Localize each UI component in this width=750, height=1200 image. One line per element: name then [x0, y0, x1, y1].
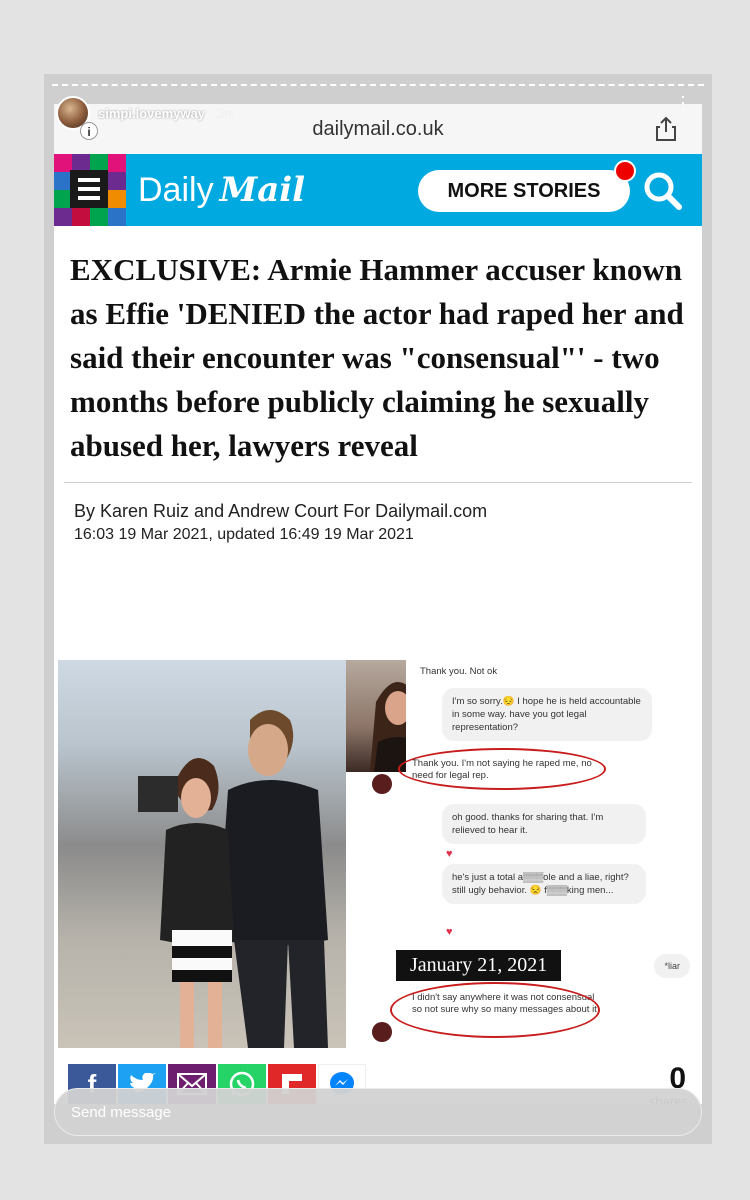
chat-message: he's just a total a▒▒▒ole and a liae, ri…: [442, 864, 646, 904]
menu-icon[interactable]: [70, 170, 108, 208]
article-timestamp: 16:03 19 Mar 2021, updated 16:49 19 Mar …: [74, 526, 414, 543]
story-time-ago: 3m: [216, 105, 236, 121]
article-media: Thank you. Not ok I'm so sorry.😔 I hope …: [58, 660, 702, 1052]
chat-screenshot: Thank you. Not ok I'm so sorry.😔 I hope …: [372, 660, 702, 1052]
chat-avatar: [372, 1022, 392, 1042]
couple-figures: [138, 710, 328, 1048]
send-message-placeholder: Send message: [71, 1103, 172, 1121]
liar-message: *liar: [654, 954, 690, 978]
more-stories-button[interactable]: MORE STORIES: [418, 160, 636, 212]
heart-icon: ♥: [446, 848, 453, 860]
site-header: Daily Mail MORE STORIES: [54, 154, 702, 226]
url-text: dailymail.co.uk: [312, 117, 444, 140]
more-stories-label: MORE STORIES: [447, 179, 601, 202]
search-icon[interactable]: [640, 168, 684, 212]
story-progress-bar: [52, 84, 704, 86]
couple-photo[interactable]: [58, 660, 346, 1048]
chat-avatar: [372, 774, 392, 794]
notification-dot: [614, 160, 636, 182]
date-label: January 21, 2021: [396, 950, 562, 981]
article-byline: By Karen Ruiz and Andrew Court For Daily…: [74, 501, 488, 521]
highlight-circle: [398, 748, 606, 790]
highlight-circle: [390, 982, 600, 1038]
logo-mosaic: [54, 154, 126, 226]
story-username[interactable]: simpi.lovemyway: [98, 106, 205, 121]
share-icon[interactable]: [654, 116, 678, 142]
story-frame[interactable]: simpi.lovemyway 3m i ⋮ dailymail.co.uk D…: [44, 74, 712, 1144]
article-screenshot: dailymail.co.uk Daily Mail MORE STORIES: [54, 104, 702, 1104]
article-headline: EXCLUSIVE: Armie Hammer accuser known as…: [70, 252, 684, 463]
site-logo[interactable]: Daily Mail: [138, 170, 305, 210]
chat-message: Thank you. Not ok: [420, 666, 498, 677]
chat-message: oh good. thanks for sharing that. I'm re…: [442, 804, 646, 844]
info-icon[interactable]: i: [80, 122, 98, 140]
send-message-input[interactable]: Send message: [54, 1088, 702, 1136]
more-options-icon[interactable]: ⋮: [674, 94, 692, 112]
heart-icon: ♥: [446, 926, 453, 938]
chat-message: I'm so sorry.😔 I hope he is held account…: [442, 688, 652, 741]
